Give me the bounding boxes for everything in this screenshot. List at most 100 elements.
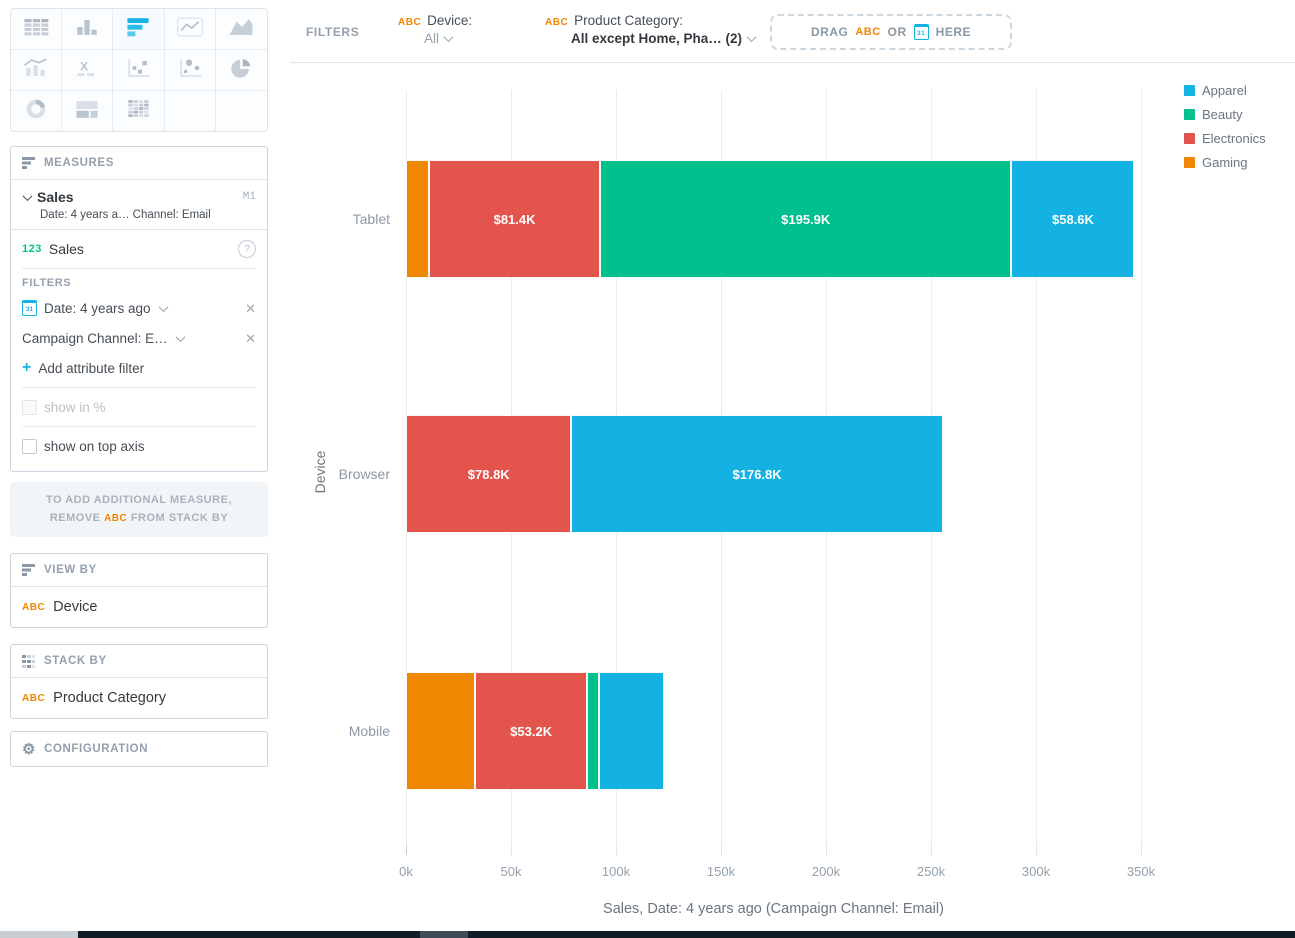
bar-segment-apparel[interactable]: $176.8K xyxy=(571,415,942,533)
legend-swatch xyxy=(1184,133,1195,144)
bar-segment-electronics[interactable]: $78.8K xyxy=(406,415,571,533)
abc-tag-icon: ABC xyxy=(22,602,45,613)
stack-grid-icon xyxy=(22,655,36,668)
show-on-top-axis-checkbox[interactable] xyxy=(22,439,37,454)
chevron-down-icon[interactable] xyxy=(747,32,757,42)
treemap-icon xyxy=(72,97,102,126)
bar-segment-electronics[interactable]: $81.4K xyxy=(429,160,600,278)
add-attribute-filter-button[interactable]: + Add attribute filter xyxy=(22,353,256,383)
picker-combo-chart[interactable] xyxy=(11,50,62,91)
category-label: Tablet xyxy=(294,211,390,227)
show-on-top-axis-row[interactable]: show on top axis xyxy=(22,431,256,461)
view-by-item-device[interactable]: ABC Device xyxy=(11,587,267,627)
x-axis-tick-label: 100k xyxy=(586,864,646,879)
filter-name: Product Category: xyxy=(574,13,683,28)
picker-area-chart[interactable] xyxy=(216,9,267,50)
picker-donut-chart[interactable] xyxy=(11,91,62,131)
filter-device[interactable]: ABCDevice:All xyxy=(398,13,472,46)
plus-icon: + xyxy=(22,360,31,376)
picker-line-chart[interactable] xyxy=(165,9,216,50)
picker-treemap[interactable] xyxy=(62,91,113,131)
stacked-bar-chart: 0k50k100k150k200k250k300k350kTablet$81.4… xyxy=(290,63,1295,931)
bar-segment-gaming[interactable] xyxy=(406,672,475,790)
legend-item-gaming[interactable]: Gaming xyxy=(1184,155,1248,170)
legend-item-beauty[interactable]: Beauty xyxy=(1184,107,1242,122)
filter-product-category[interactable]: ABC Product Category: All except Home, Pha… xyxy=(545,13,755,46)
legend-item-electronics[interactable]: Electronics xyxy=(1184,131,1266,146)
configuration-title: CONFIGURATION xyxy=(44,743,148,755)
measures-title: MEASURES xyxy=(44,157,114,169)
help-icon[interactable]: ? xyxy=(238,240,256,258)
abc-tag-icon: ABC xyxy=(545,17,568,28)
picker-empty-cell xyxy=(216,91,267,131)
picker-heatmap[interactable] xyxy=(113,91,164,131)
remove-filter-icon[interactable]: ✕ xyxy=(245,302,256,315)
show-on-top-axis-label: show on top axis xyxy=(44,439,145,454)
scatter-plot-icon xyxy=(123,56,153,85)
bar-chart-icon xyxy=(22,564,36,576)
chevron-down-icon[interactable] xyxy=(23,191,33,201)
bar-segment-beauty[interactable] xyxy=(587,672,599,790)
x-axis-tick-label: 150k xyxy=(691,864,751,879)
bar-segment-electronics[interactable]: $53.2K xyxy=(475,672,587,790)
picker-bar-chart[interactable] xyxy=(113,9,164,50)
drop-zone-text: HERE xyxy=(936,25,971,39)
remove-filter-icon[interactable]: ✕ xyxy=(245,332,256,345)
picker-column-chart[interactable] xyxy=(62,9,113,50)
stack-by-item-product-category[interactable]: ABC Product Category xyxy=(11,678,267,718)
chart-gridline xyxy=(1141,90,1142,855)
bar-value-label: $58.6K xyxy=(1052,212,1094,227)
show-in-percent-label: show in % xyxy=(44,400,106,415)
axis-tick xyxy=(931,845,932,855)
x-axis-tick-label: 250k xyxy=(901,864,961,879)
bar-value-label: $195.9K xyxy=(781,212,830,227)
filter-drop-zone[interactable]: DRAG ABC OR 31 HERE xyxy=(770,14,1012,50)
picker-headline[interactable]: X xyxy=(62,50,113,91)
gear-icon: ⚙ xyxy=(22,742,36,757)
measure-item-sales[interactable]: Sales M1 Date: 4 years a… Channel: Email xyxy=(11,180,267,230)
visualization-picker: X xyxy=(10,8,268,132)
measure-subtitle: Date: 4 years a… Channel: Email xyxy=(40,209,256,221)
abc-tag-icon: ABC xyxy=(22,693,45,704)
configuration-panel[interactable]: ⚙ CONFIGURATION xyxy=(10,731,268,767)
bar-segment-apparel[interactable]: $58.6K xyxy=(1011,160,1134,278)
axis-tick xyxy=(721,845,722,855)
measure-definition-row[interactable]: 123 Sales ? xyxy=(22,234,256,264)
picker-pie-chart[interactable] xyxy=(216,50,267,91)
chevron-down-icon[interactable] xyxy=(444,32,454,42)
measure-filter-row[interactable]: 31Date: 4 years ago✕ xyxy=(22,293,256,323)
filter-value: All except Home, Pha… (2) xyxy=(571,31,742,46)
legend-swatch xyxy=(1184,109,1195,120)
view-by-item-label: Device xyxy=(53,599,97,615)
picker-table[interactable] xyxy=(11,9,62,50)
picker-empty-cell xyxy=(165,91,216,131)
x-axis-tick-label: 0k xyxy=(376,864,436,879)
measure-filter-row[interactable]: Campaign Channel: E…✕ xyxy=(22,323,256,353)
add-measure-note: TO ADD ADDITIONAL MEASURE, REMOVE ABC FR… xyxy=(10,482,268,537)
bar-segment-beauty[interactable]: $195.9K xyxy=(600,160,1011,278)
picker-scatter-plot[interactable] xyxy=(113,50,164,91)
configuration-header[interactable]: ⚙ CONFIGURATION xyxy=(11,732,267,766)
y-axis-title: Device xyxy=(312,444,328,500)
legend-item-apparel[interactable]: Apparel xyxy=(1184,83,1247,98)
window-edge xyxy=(0,931,78,938)
bar-segment-gaming[interactable] xyxy=(406,160,429,278)
bar-value-label: $81.4K xyxy=(494,212,536,227)
bubble-chart-icon xyxy=(175,56,205,85)
bar-segment-apparel[interactable] xyxy=(599,672,664,790)
legend-label: Electronics xyxy=(1202,131,1266,146)
chevron-down-icon[interactable] xyxy=(175,332,185,342)
view-by-header: VIEW BY xyxy=(11,554,267,587)
calendar-icon: 31 xyxy=(22,300,37,316)
x-axis-tick-label: 300k xyxy=(1006,864,1066,879)
donut-chart-icon xyxy=(21,97,51,126)
table-icon xyxy=(21,15,51,44)
axis-tick xyxy=(616,845,617,855)
bar-chart-icon xyxy=(123,15,153,44)
chevron-down-icon[interactable] xyxy=(158,302,168,312)
column-chart-icon xyxy=(72,15,102,44)
show-in-percent-row: show in % xyxy=(22,392,256,422)
drop-zone-text: OR xyxy=(888,25,907,39)
measures-header: MEASURES xyxy=(11,147,267,180)
picker-bubble-chart[interactable] xyxy=(165,50,216,91)
